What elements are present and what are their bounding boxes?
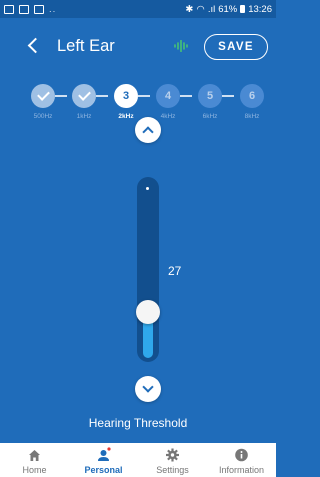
nav-settings[interactable]: Settings bbox=[138, 443, 207, 477]
back-button[interactable] bbox=[22, 33, 48, 59]
threshold-slider-thumb[interactable] bbox=[136, 300, 160, 325]
step-label: 6kHz bbox=[202, 113, 218, 120]
step-1khz-check-icon[interactable] bbox=[72, 84, 96, 108]
decrease-button[interactable] bbox=[135, 376, 161, 402]
clock: 13:26 bbox=[248, 3, 272, 15]
nav-home[interactable]: Home bbox=[0, 443, 69, 477]
step-2khz[interactable]: 3 bbox=[114, 84, 138, 108]
hearing-threshold-label: Hearing Threshold bbox=[88, 416, 188, 430]
track-top-dot bbox=[146, 187, 149, 190]
step-label: 8kHz bbox=[244, 113, 260, 120]
nav-personal-label: Personal bbox=[84, 465, 123, 475]
bottom-navigation: Home Personal Settings Information bbox=[0, 443, 276, 477]
system-icons: ✱ ◠ .ıl 61% 13:26 bbox=[186, 4, 272, 15]
step-4khz[interactable]: 4 bbox=[156, 84, 180, 108]
step-500hz-check-icon[interactable] bbox=[31, 84, 55, 108]
more-notifications-icon: .. bbox=[49, 3, 57, 15]
step-connector bbox=[180, 95, 192, 97]
step-label: 1kHz bbox=[76, 113, 92, 120]
step-6khz[interactable]: 5 bbox=[198, 84, 222, 108]
gear-icon bbox=[166, 448, 179, 462]
header: Left Ear SAVE bbox=[0, 18, 276, 74]
step-connector bbox=[138, 95, 150, 97]
nav-home-label: Home bbox=[22, 465, 47, 475]
step-label: 500Hz bbox=[33, 113, 53, 120]
frequency-stepper: 3 4 5 6 500Hz 1kHz 2kHz 4kHz 6kHz 8kHz bbox=[0, 82, 276, 126]
nav-information[interactable]: Information bbox=[207, 443, 276, 477]
battery-icon bbox=[240, 5, 246, 13]
increase-button[interactable] bbox=[135, 117, 161, 143]
nav-settings-label: Settings bbox=[156, 465, 189, 475]
sound-wave-icon bbox=[174, 40, 188, 52]
step-connector bbox=[55, 95, 67, 97]
step-8khz[interactable]: 6 bbox=[240, 84, 264, 108]
notification-icons: .. bbox=[4, 4, 56, 15]
chevron-down-icon bbox=[142, 381, 154, 393]
battery-percent: 61% bbox=[218, 3, 238, 15]
bluetooth-icon: ✱ bbox=[185, 3, 194, 15]
person-icon bbox=[98, 447, 111, 461]
step-connector bbox=[96, 95, 108, 97]
save-button[interactable]: SAVE bbox=[204, 34, 268, 60]
nav-information-label: Information bbox=[218, 465, 265, 475]
info-icon bbox=[235, 448, 248, 462]
step-connector bbox=[222, 95, 234, 97]
signal-icon: .ıl bbox=[207, 3, 216, 15]
wifi-icon: ◠ bbox=[196, 3, 205, 15]
threshold-value: 27 bbox=[168, 264, 182, 278]
page-title: Left Ear bbox=[57, 37, 115, 55]
status-bar: .. ✱ ◠ .ıl 61% 13:26 bbox=[0, 0, 276, 18]
home-icon bbox=[29, 450, 40, 461]
chevron-up-icon bbox=[142, 126, 154, 138]
image-icon bbox=[4, 4, 14, 14]
mail-icon bbox=[19, 4, 29, 14]
message-icon bbox=[34, 4, 44, 14]
nav-personal[interactable]: Personal bbox=[69, 443, 138, 477]
